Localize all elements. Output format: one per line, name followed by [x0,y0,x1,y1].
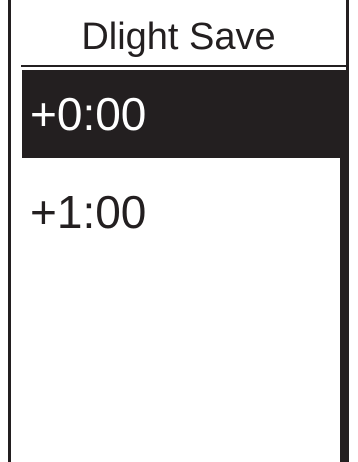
scrollbar[interactable] [340,70,346,462]
option-list: +0:00 +1:00 [22,70,346,462]
page-title: Dlight Save [81,16,276,58]
title-divider [21,65,346,67]
device-screen: Dlight Save +0:00 +1:00 [8,0,349,462]
option-plus-1-00[interactable]: +1:00 [22,168,344,256]
option-plus-0-00[interactable]: +0:00 [22,70,344,158]
